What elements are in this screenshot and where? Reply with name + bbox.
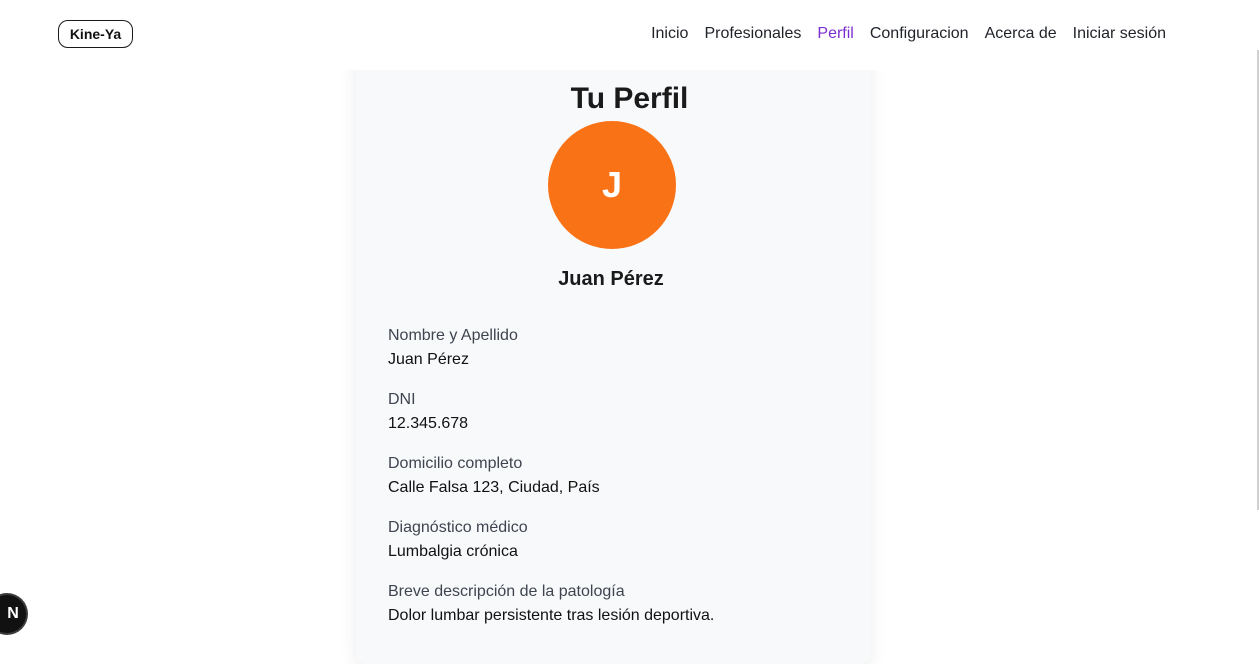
nav-configuracion[interactable]: Configuracion	[870, 25, 969, 43]
avatar: J	[548, 121, 676, 249]
devtools-label: N	[7, 605, 19, 622]
logo-button[interactable]: Kine-Ya	[58, 20, 133, 48]
field-label: Domicilio completo	[388, 455, 523, 472]
field-dni: DNI 12.345.678	[388, 391, 848, 455]
field-value: Juan Pérez	[388, 351, 469, 368]
field-value: Dolor lumbar persistente tras lesión dep…	[388, 607, 715, 624]
nav-perfil[interactable]: Perfil	[817, 25, 853, 43]
main-nav: Inicio Profesionales Perfil Configuracio…	[651, 25, 1166, 43]
nav-profesionales[interactable]: Profesionales	[704, 25, 801, 43]
field-address: Domicilio completo Calle Falsa 123, Ciud…	[388, 455, 848, 519]
field-value: Lumbalgia crónica	[388, 543, 518, 560]
field-name: Nombre y Apellido Juan Pérez	[388, 327, 848, 391]
field-value: 12.345.678	[388, 415, 469, 432]
field-label: Breve descripción de la patología	[388, 583, 625, 600]
page-title: Tu Perfil	[570, 82, 689, 116]
field-value: Calle Falsa 123, Ciudad, País	[388, 479, 600, 496]
user-display-name: Juan Pérez	[558, 268, 664, 290]
nav-iniciar-sesion[interactable]: Iniciar sesión	[1073, 25, 1166, 43]
field-label: DNI	[388, 391, 416, 408]
top-navbar: Kine-Ya Inicio Profesionales Perfil Conf…	[0, 0, 1259, 70]
field-label: Diagnóstico médico	[388, 519, 528, 536]
profile-fields: Nombre y Apellido Juan Pérez DNI 12.345.…	[388, 327, 848, 647]
avatar-initial: J	[601, 164, 623, 205]
field-diagnosis: Diagnóstico médico Lumbalgia crónica	[388, 519, 848, 583]
nextjs-devtools-button[interactable]: N	[0, 595, 26, 633]
field-pathology-description: Breve descripción de la patología Dolor …	[388, 583, 848, 647]
nav-acerca-de[interactable]: Acerca de	[985, 25, 1057, 43]
field-label: Nombre y Apellido	[388, 327, 518, 344]
nav-inicio[interactable]: Inicio	[651, 25, 688, 43]
